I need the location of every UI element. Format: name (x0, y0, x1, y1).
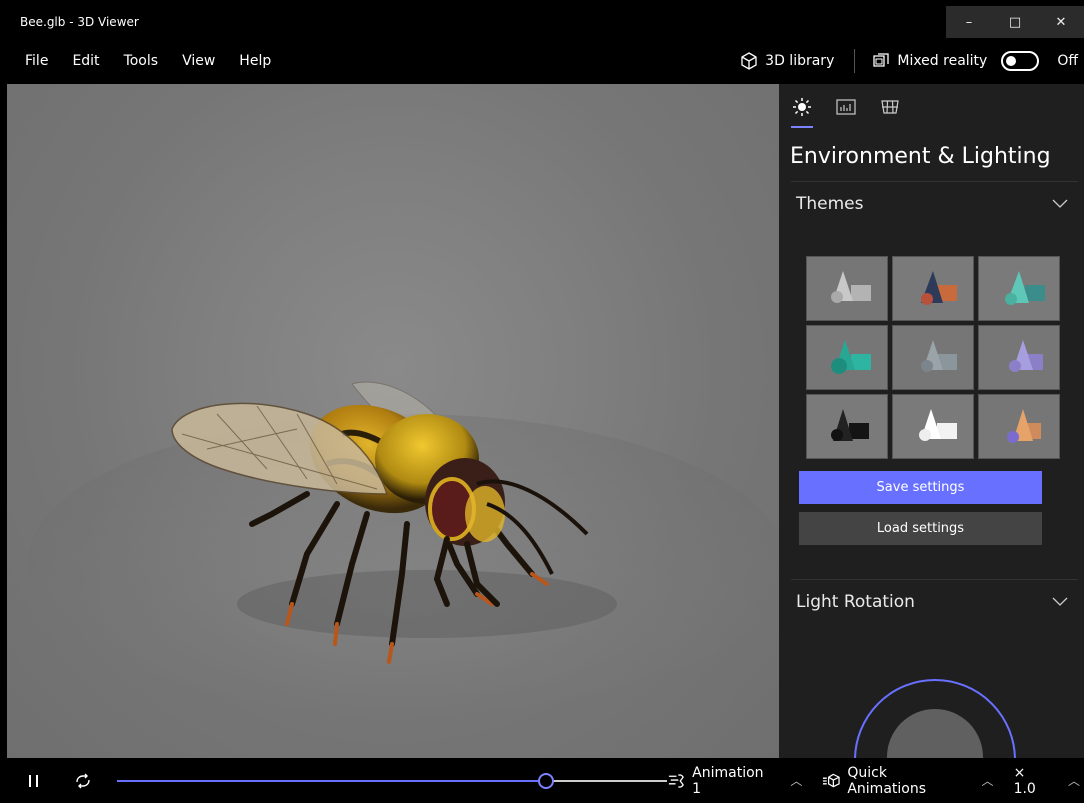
menu-bar: File Edit Tools View Help 3D library Mix… (7, 38, 1084, 84)
light-rotation-label: Light Rotation (796, 592, 915, 612)
bee-model (27, 381, 779, 714)
theme-option[interactable] (892, 256, 974, 321)
window-controls: – □ ✕ (946, 6, 1084, 38)
active-tab-indicator (791, 126, 813, 128)
animation-icon (669, 773, 685, 788)
menu-tools[interactable]: Tools (112, 53, 171, 69)
theme-option[interactable] (978, 394, 1060, 459)
panel-tabs (779, 84, 1084, 132)
repeat-icon[interactable] (72, 770, 93, 792)
menu: File Edit Tools View Help (7, 53, 283, 69)
panel-title: Environment & Lighting (790, 144, 1051, 169)
tab-stats[interactable] (835, 96, 857, 128)
themes-label: Themes (796, 194, 864, 214)
pause-icon[interactable] (23, 770, 44, 792)
toolbar-divider (854, 49, 856, 73)
tab-grid[interactable] (879, 96, 901, 128)
timeline-progress (117, 779, 547, 782)
chevron-down-icon (1052, 199, 1068, 208)
themes-header[interactable]: Themes (779, 182, 1084, 214)
chevron-up-icon[interactable]: ︿ (1068, 772, 1080, 789)
chevron-up-icon[interactable]: ︿ (790, 772, 802, 789)
environment-panel: Environment & Lighting Themes Save setti… (779, 84, 1084, 758)
toggle-state-label: Off (1057, 53, 1078, 69)
chevron-up-icon[interactable]: ︿ (982, 772, 994, 789)
light-rotation-dial[interactable] (779, 632, 1084, 758)
tab-environment[interactable] (791, 96, 813, 128)
theme-option[interactable] (892, 325, 974, 390)
chevron-down-icon (1052, 597, 1068, 606)
light-rotation-header[interactable]: Light Rotation (779, 580, 1084, 612)
maximize-button[interactable]: □ (992, 6, 1038, 38)
menu-edit[interactable]: Edit (60, 53, 111, 69)
minimize-button[interactable]: – (946, 6, 992, 38)
animation-bar: Animation 1 ︿ Quick Animations ︿ × 1.0 ︿ (7, 758, 1084, 803)
speed-select[interactable]: × 1.0 (1014, 765, 1050, 797)
mixed-reality-icon (873, 53, 890, 67)
theme-option[interactable] (978, 256, 1060, 321)
animation-controls: Animation 1 ︿ Quick Animations ︿ × 1.0 ︿ (667, 765, 1084, 797)
mixed-reality-label: Mixed reality (897, 53, 988, 69)
theme-option[interactable] (806, 394, 888, 459)
quick-animations-button[interactable]: Quick Animations (847, 765, 963, 797)
3d-viewport[interactable] (7, 84, 779, 758)
theme-option[interactable] (806, 325, 888, 390)
toolbar-right: 3D library Mixed reality Off (739, 49, 1084, 73)
theme-option[interactable] (806, 256, 888, 321)
sun-icon (793, 98, 811, 116)
mixed-reality-button[interactable]: Mixed reality Off (871, 51, 1078, 71)
animation-select[interactable]: Animation 1 (692, 765, 772, 797)
animation-timeline-slider[interactable] (117, 771, 668, 791)
3d-library-button[interactable]: 3D library (739, 51, 834, 71)
library-label: 3D library (765, 53, 835, 69)
theme-option[interactable] (978, 325, 1060, 390)
theme-option[interactable] (892, 394, 974, 459)
window-title: Bee.glb - 3D Viewer (20, 15, 139, 29)
menu-view[interactable]: View (170, 53, 227, 69)
timeline-thumb[interactable] (538, 772, 555, 789)
save-settings-button[interactable]: Save settings (799, 471, 1042, 504)
chart-icon (836, 99, 856, 115)
menu-help[interactable]: Help (227, 53, 283, 69)
quick-animations-icon (823, 773, 841, 787)
cube-icon (741, 52, 757, 70)
menu-file[interactable]: File (13, 53, 60, 69)
close-button[interactable]: ✕ (1038, 6, 1084, 38)
title-bar: Bee.glb - 3D Viewer – □ ✕ (7, 6, 1084, 38)
mixed-reality-toggle[interactable] (1001, 51, 1040, 71)
load-settings-button[interactable]: Load settings (799, 512, 1042, 545)
themes-grid (806, 256, 1084, 459)
grid-icon (881, 100, 899, 114)
